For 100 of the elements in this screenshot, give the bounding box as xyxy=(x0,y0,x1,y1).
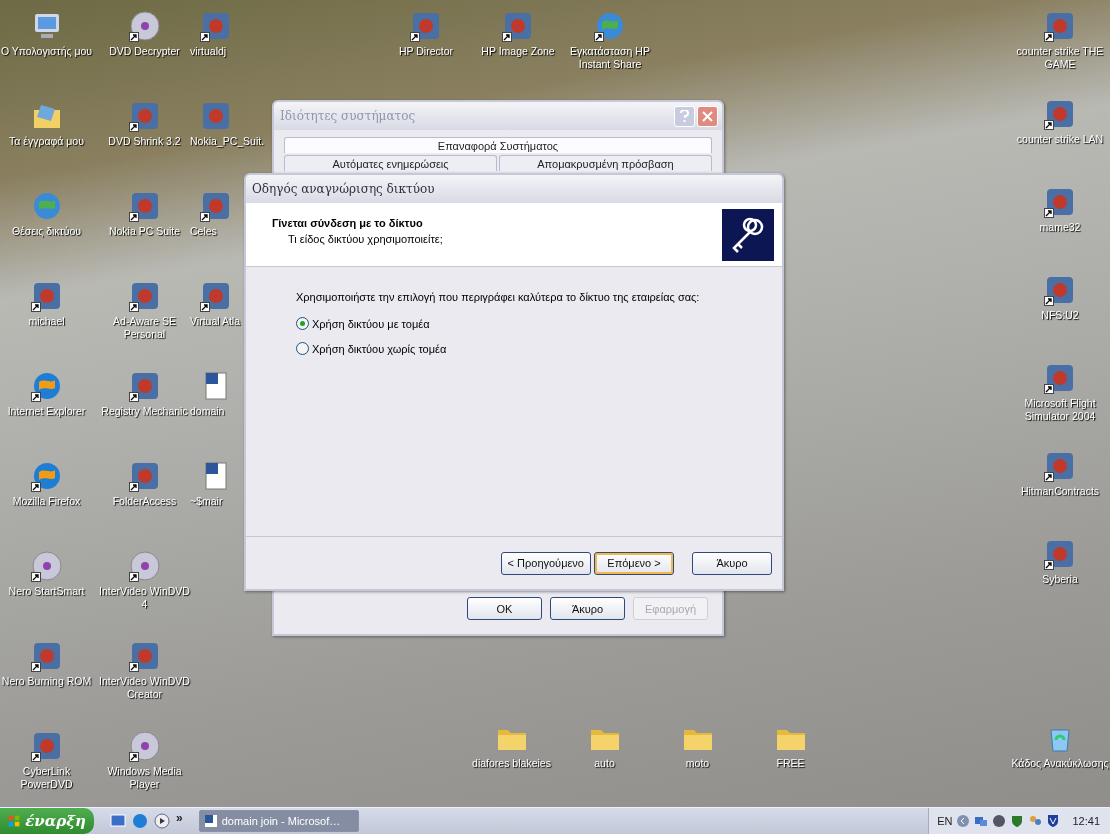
icon-label[interactable]: virtualdj xyxy=(190,45,227,58)
app-icon[interactable] xyxy=(30,730,63,762)
option-label[interactable]: Χρήση δικτύου με τομέα xyxy=(312,317,430,330)
app-icon[interactable] xyxy=(1044,274,1076,306)
app-icon[interactable] xyxy=(410,10,442,42)
icon-label[interactable]: Ο Υπολογιστής μου xyxy=(0,45,93,58)
app-icon[interactable] xyxy=(128,640,161,672)
icon-label[interactable]: HP Director xyxy=(398,45,454,58)
language-indicator[interactable]: EN xyxy=(937,815,953,827)
desktop-icon[interactable] xyxy=(110,813,126,829)
app-icon[interactable] xyxy=(30,280,63,312)
more-button[interactable]: » xyxy=(176,811,183,825)
wizard-button[interactable]: Επόμενο > xyxy=(594,551,674,575)
icon-label[interactable]: Θέσεις δικτύου xyxy=(11,225,82,238)
icon-label[interactable]: Ad-Aware SE Personal xyxy=(98,315,191,341)
app-icon[interactable] xyxy=(1044,186,1076,218)
option-label[interactable]: Χρήση δικτύου χωρίς τομέα xyxy=(312,342,447,355)
app-icon[interactable] xyxy=(30,640,63,672)
app-icon[interactable] xyxy=(1044,362,1076,394)
icon-label[interactable]: Nero StartSmart xyxy=(8,585,85,598)
radio-button[interactable] xyxy=(296,342,309,355)
icon-label[interactable]: Τα έγγραφά μου xyxy=(9,135,84,148)
antivirus-icon[interactable] xyxy=(1046,814,1061,828)
start-button[interactable]: έναρξη xyxy=(0,808,94,834)
icon-label[interactable]: FREE xyxy=(776,757,805,770)
shortcut-arrow-icon xyxy=(502,32,512,42)
app-icon[interactable] xyxy=(200,10,232,42)
icon-label[interactable]: mame32 xyxy=(1039,221,1081,234)
app-icon[interactable] xyxy=(128,190,161,222)
tab[interactable]: Επαναφορά Συστήματος xyxy=(284,137,712,153)
app-icon[interactable] xyxy=(128,370,161,402)
app-icon[interactable] xyxy=(128,550,161,582)
app-icon[interactable] xyxy=(1044,10,1076,42)
icon-label[interactable]: Κάδος Ανακύκλωσης xyxy=(1011,757,1109,770)
app-icon[interactable] xyxy=(128,730,161,762)
icon-label[interactable]: ~$mair xyxy=(190,495,223,508)
icon-label[interactable]: InterVideo WinDVD Creator xyxy=(98,675,191,701)
wizard-button[interactable]: < Προηγούμενο xyxy=(500,551,591,575)
tab[interactable]: Απομακρυσμένη πρόσβαση xyxy=(499,155,712,171)
radio-button[interactable] xyxy=(296,317,309,330)
tab[interactable]: Αυτόματες ενημερώσεις xyxy=(284,155,497,171)
dialog-button[interactable]: OK xyxy=(467,597,542,620)
network-icon[interactable] xyxy=(974,814,989,828)
icon-label[interactable]: HitmanContracts xyxy=(1020,485,1100,498)
icon-label[interactable]: Syberia xyxy=(1042,573,1078,586)
taskbar-button[interactable]: domain join - Microsof… xyxy=(198,810,359,832)
icon-label[interactable]: Celes xyxy=(190,225,217,238)
icon-label[interactable]: HP Image Zone xyxy=(481,45,555,58)
icon-label[interactable]: Nero Burning ROM xyxy=(1,675,92,688)
icon-label[interactable]: counter strike THE GAME xyxy=(1010,45,1110,71)
app-icon[interactable] xyxy=(200,190,232,222)
icon-label[interactable]: InterVideo WinDVD 4 xyxy=(98,585,191,611)
icon-label[interactable]: Εγκατάσταση HP Instant Share xyxy=(564,45,656,71)
radio-option[interactable]: Χρήση δικτύου με τομέα xyxy=(296,317,782,330)
icon-label[interactable]: diafores blakeies xyxy=(472,757,551,770)
app-icon[interactable] xyxy=(502,10,534,42)
shortcut-arrow-icon xyxy=(410,32,420,42)
icon-label[interactable]: FolderAccess xyxy=(112,495,177,508)
app-icon[interactable] xyxy=(128,100,161,132)
app-icon[interactable] xyxy=(30,460,63,492)
close-button[interactable] xyxy=(697,105,718,127)
people-icon[interactable] xyxy=(1028,814,1043,828)
icon-label[interactable]: NFS:U2 xyxy=(1041,309,1079,322)
icon-label[interactable]: moto xyxy=(685,757,710,770)
app-icon[interactable] xyxy=(1044,450,1076,482)
radio-option[interactable]: Χρήση δικτύου χωρίς τομέα xyxy=(296,342,782,355)
media-player-icon[interactable] xyxy=(154,813,170,829)
app-icon[interactable] xyxy=(30,370,63,402)
icon-label[interactable]: Nokia_PC_Suit. xyxy=(190,135,265,148)
app-icon[interactable] xyxy=(128,280,161,312)
app-icon[interactable] xyxy=(128,10,161,42)
app-icon[interactable] xyxy=(594,10,626,42)
icon-label[interactable]: auto xyxy=(594,757,615,770)
shortcut-arrow-icon xyxy=(128,572,139,582)
icon-label[interactable]: Registry Mechanic xyxy=(101,405,188,418)
shield-icon[interactable] xyxy=(1010,814,1025,828)
app-icon[interactable] xyxy=(128,460,161,492)
icon-label[interactable]: Virtual Atla xyxy=(190,315,240,328)
icon-label[interactable]: domain xyxy=(190,405,225,418)
wizard-button[interactable]: Άκυρο xyxy=(692,551,772,575)
icon-label[interactable]: michael xyxy=(28,315,65,328)
icon-label[interactable]: DVD Shrink 3.2 xyxy=(108,135,181,148)
icon-label[interactable]: Microsoft Flight Simulator 2004 xyxy=(1010,397,1110,423)
chevron-left-icon[interactable] xyxy=(956,814,971,828)
app-icon[interactable] xyxy=(1044,538,1076,570)
icon-label[interactable]: Mozilla Firefox xyxy=(12,495,81,508)
icon-label[interactable]: counter strike LAN xyxy=(1016,133,1104,146)
dialog-button[interactable]: Άκυρο xyxy=(550,597,625,620)
app-icon[interactable] xyxy=(30,550,63,582)
icon-label[interactable]: Windows Media Player xyxy=(98,765,191,791)
browser-icon[interactable] xyxy=(132,813,148,829)
wizard-subheading: Τι είδος δικτύου χρησιμοποιείτε; xyxy=(287,233,443,245)
icon-label[interactable]: Internet Explorer xyxy=(7,405,86,418)
app-icon[interactable] xyxy=(1044,98,1076,130)
icon-label[interactable]: DVD Decrypter xyxy=(109,45,180,58)
icon-label[interactable]: CyberLink PowerDVD xyxy=(0,765,93,791)
clock-icon[interactable] xyxy=(992,814,1007,828)
shortcut-arrow-icon xyxy=(30,662,41,672)
icon-label[interactable]: Nokia PC Suite xyxy=(108,225,181,238)
app-icon[interactable] xyxy=(200,280,232,312)
